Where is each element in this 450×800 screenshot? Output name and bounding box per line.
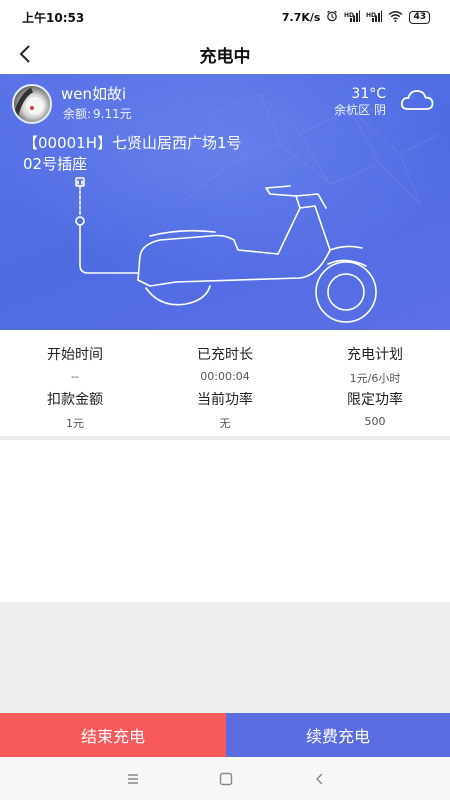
menu-icon[interactable] — [123, 769, 143, 789]
stat-charged-duration: 已充时长 00:00:04 — [150, 344, 300, 383]
station-name: 【00001H】七贤山居西广场1号 — [23, 134, 242, 152]
charging-stats: 开始时间 -- 已充时长 00:00:04 充电计划 1元/6小时 扣款金额 1… — [0, 330, 450, 436]
cloud-icon — [400, 88, 434, 112]
svg-text:HD: HD — [366, 12, 376, 19]
stat-deduction-amount: 扣款金额 1元 — [0, 389, 150, 431]
stat-label: 充电计划 — [347, 347, 403, 363]
status-bar: 上午10:53 7.7K/s HD HD 43 — [0, 0, 450, 34]
stat-label: 限定功率 — [347, 392, 403, 408]
stat-value: 无 — [219, 417, 231, 430]
stat-limit-power: 限定功率 500 — [300, 389, 450, 428]
nav-bar: 充电中 — [0, 34, 450, 74]
stat-label: 扣款金额 — [47, 392, 103, 408]
action-bar: 结束充电 续费充电 — [0, 713, 450, 757]
renew-charging-button[interactable]: 续费充电 — [226, 713, 450, 757]
stat-start-time: 开始时间 -- — [0, 344, 150, 383]
stat-value: 1元 — [66, 417, 84, 430]
temperature: 31°C — [351, 86, 386, 102]
weather-location: 余杭区 阴 — [334, 103, 386, 117]
charging-hero-panel: wen如故i 余额: 9.11元 31°C 余杭区 阴 【00001H】七贤山居西… — [0, 74, 450, 330]
stat-label: 开始时间 — [47, 347, 103, 363]
system-nav-bar — [0, 757, 450, 800]
stat-value: -- — [71, 370, 79, 383]
stat-charging-plan: 充电计划 1元/6小时 — [300, 344, 450, 386]
balance-label: 余额: — [63, 107, 92, 121]
chevron-left-icon — [19, 45, 30, 63]
page-title: 充电中 — [199, 46, 251, 67]
stat-current-power: 当前功率 无 — [150, 389, 300, 431]
signal-icon-2: HD — [366, 10, 383, 25]
stat-label: 已充时长 — [197, 347, 253, 363]
home-icon[interactable] — [216, 769, 236, 789]
username: wen如故i — [61, 85, 127, 103]
status-indicators: 7.7K/s HD HD 43 — [282, 10, 430, 25]
balance: 余额: 9.11元 — [61, 105, 132, 122]
footer-spacer — [0, 602, 450, 713]
signal-icon: HD — [344, 10, 361, 25]
avatar[interactable] — [12, 84, 52, 124]
battery-indicator: 43 — [409, 10, 430, 24]
net-speed: 7.7K/s — [281, 10, 321, 24]
stat-value: 500 — [364, 415, 386, 428]
end-charging-button[interactable]: 结束充电 — [0, 713, 226, 757]
stat-label: 当前功率 — [197, 392, 253, 408]
svg-text:HD: HD — [344, 12, 354, 19]
back-nav-icon[interactable] — [310, 769, 330, 789]
stat-value: 00:00:04 — [200, 370, 250, 383]
stat-value: 1元/6小时 — [349, 372, 401, 385]
balance-value: 9.11元 — [93, 107, 132, 121]
wifi-icon — [388, 10, 403, 25]
alarm-icon — [326, 10, 338, 25]
scooter-illustration — [75, 177, 377, 323]
back-button[interactable] — [12, 40, 40, 68]
content-area — [0, 440, 450, 602]
status-time: 上午10:53 — [22, 10, 85, 25]
